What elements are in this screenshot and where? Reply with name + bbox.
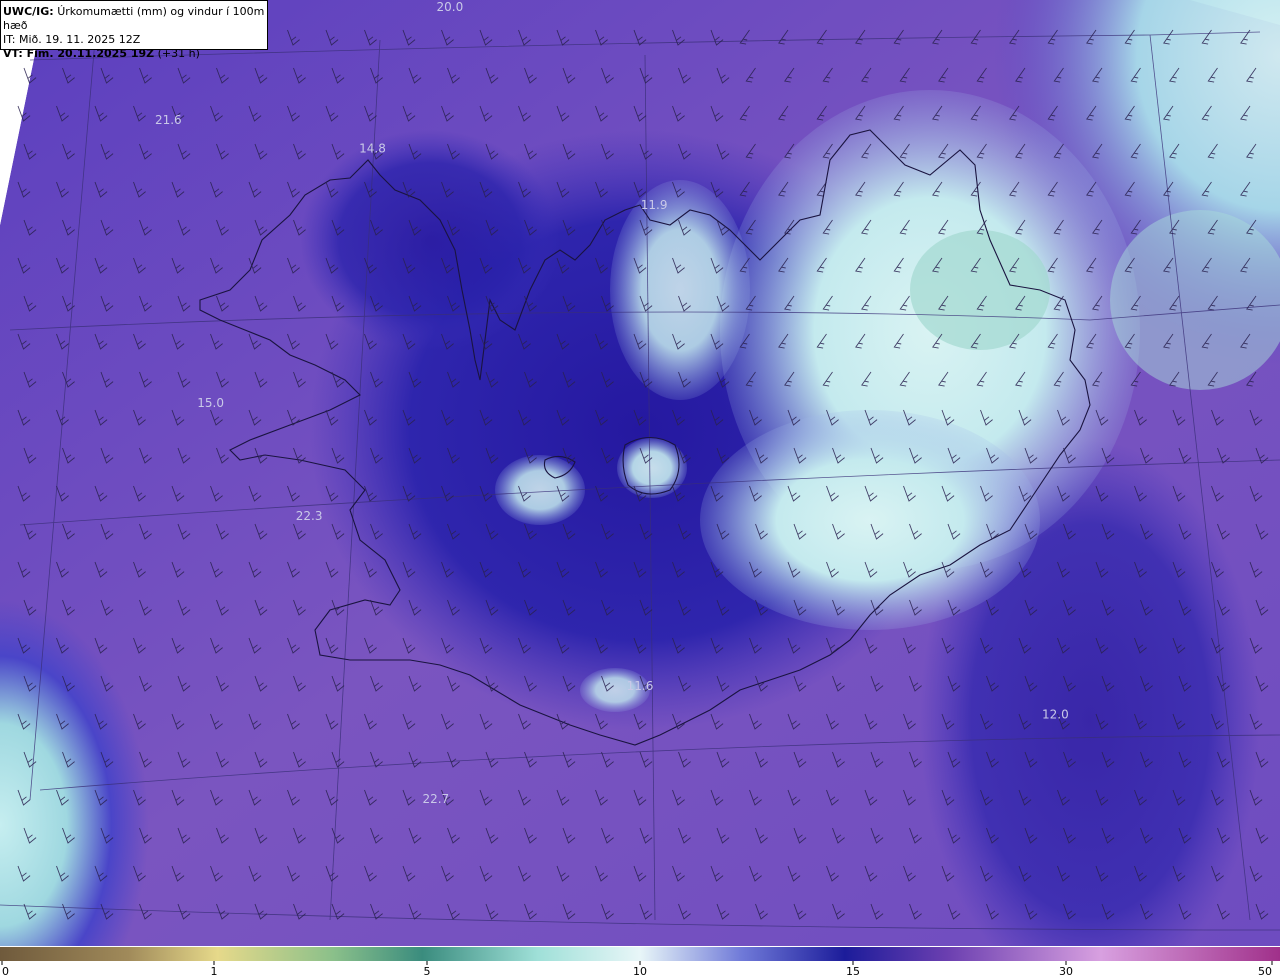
init-time: IT: Mið. 19. 11. 2025 12Z <box>3 33 141 46</box>
value-label: 20.0 <box>437 0 464 14</box>
value-label: 11.6 <box>627 679 654 693</box>
valid-time-line: VT: Fim. 20.11.2025 19Z (+31 h) <box>3 47 267 61</box>
map-canvas: 16.820.021.614.811.915.022.311.612.022.7… <box>0 0 1280 978</box>
colorbar <box>0 947 1280 961</box>
colorbar-tick-label: 0 <box>2 965 9 978</box>
valid-time: VT: Fim. 20.11.2025 19Z <box>3 47 155 60</box>
value-label: 21.6 <box>155 113 182 127</box>
map-title-box: UWC/IG: Úrkomumætti (mm) og vindur í 100… <box>0 0 268 60</box>
colorbar-tick-label: 15 <box>846 965 860 978</box>
value-label: 14.8 <box>359 141 386 155</box>
value-label: 11.9 <box>641 198 668 212</box>
value-label: 12.0 <box>1042 707 1069 721</box>
value-label: 15.0 <box>197 396 224 410</box>
value-label: 22.7 <box>422 792 449 806</box>
map-view: 16.820.021.614.811.915.022.311.612.022.7… <box>0 0 1280 978</box>
title-line: UWC/IG: Úrkomumætti (mm) og vindur í 100… <box>3 5 267 33</box>
colorbar-tick-label: 5 <box>424 965 431 978</box>
colorbar-tick-label: 10 <box>633 965 647 978</box>
colorbar-tick-label: 50 <box>1258 965 1272 978</box>
forecast-lead: (+31 h) <box>157 47 200 60</box>
product-code: UWC/IG: <box>3 5 54 18</box>
colorbar-tick-label: 30 <box>1059 965 1073 978</box>
value-label: 22.3 <box>296 509 323 523</box>
colorbar-tick-label: 1 <box>211 965 218 978</box>
